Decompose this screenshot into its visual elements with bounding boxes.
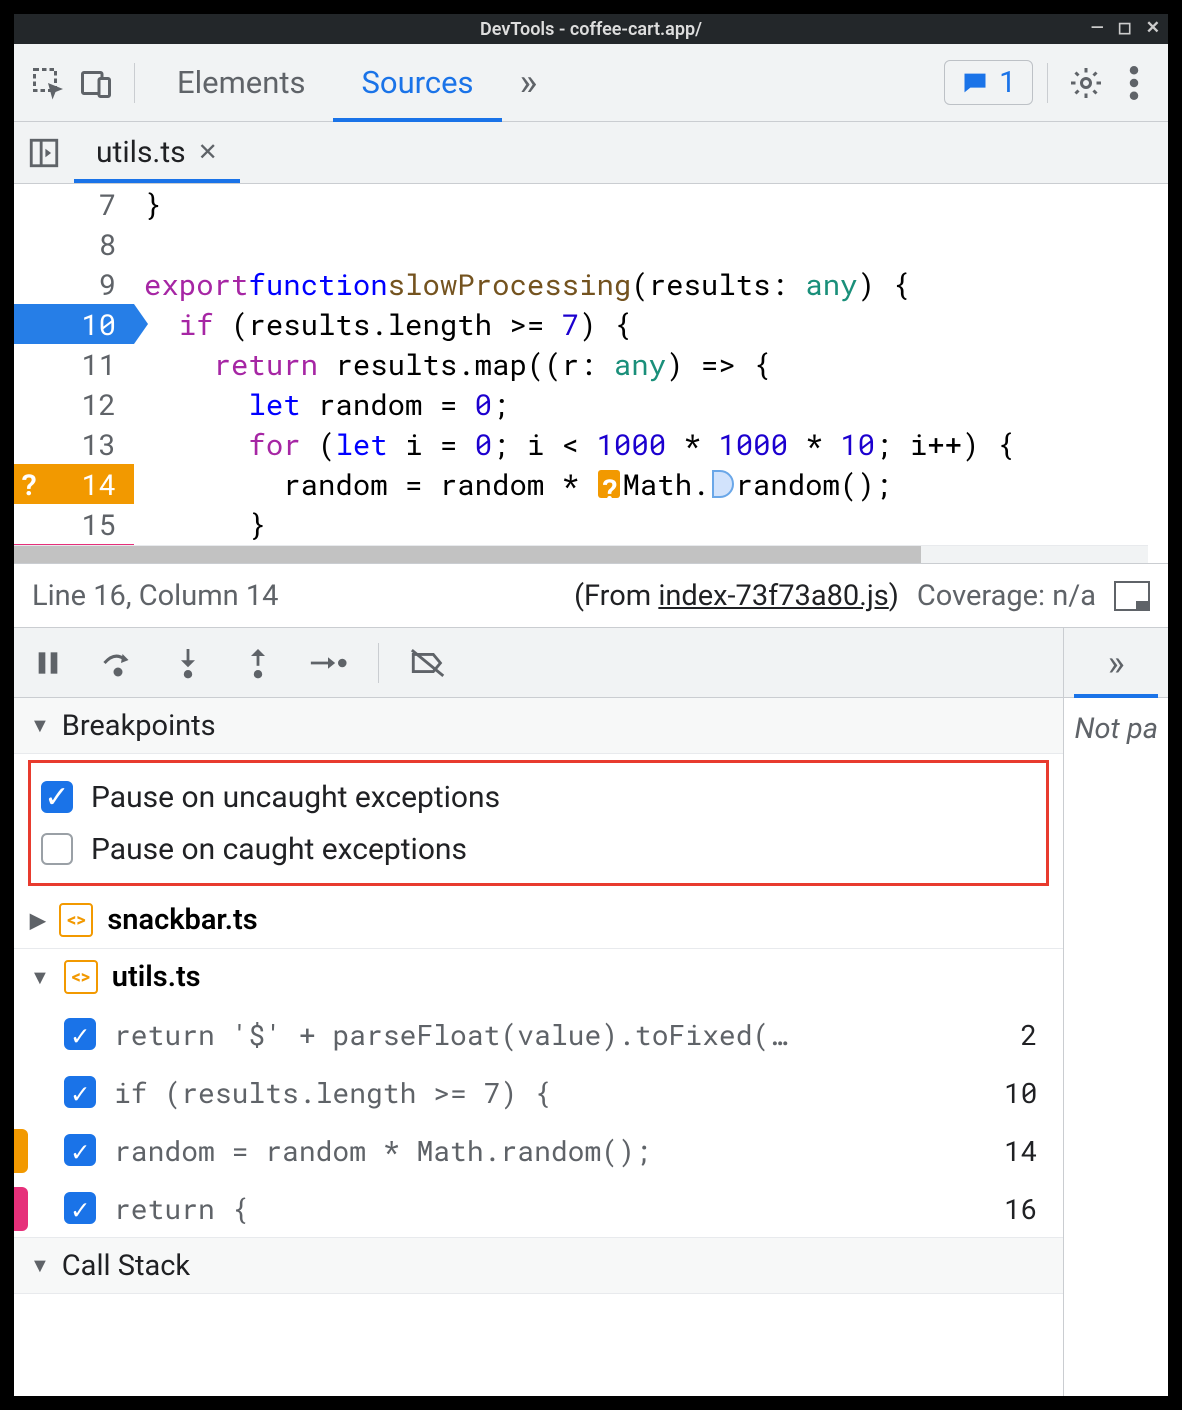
breakpoint-flag-icon — [14, 1187, 28, 1231]
line-number[interactable]: 10 — [14, 304, 134, 344]
tabs-overflow-icon[interactable]: » — [502, 44, 556, 121]
pause-uncaught-checkbox[interactable]: ✓ — [41, 781, 73, 813]
coverage-label: Coverage: n/a — [917, 579, 1096, 613]
breakpoint-checkbox[interactable]: ✓ — [64, 1076, 96, 1108]
toggle-navigator-icon[interactable] — [14, 122, 74, 183]
pause-icon[interactable] — [28, 643, 68, 683]
breakpoint-flag-icon — [14, 1129, 28, 1173]
line-number[interactable]: 11 — [14, 344, 134, 384]
line-number[interactable]: 14 — [14, 464, 134, 504]
step-icon[interactable] — [308, 643, 348, 683]
window-titlebar: DevTools - coffee-cart.app/ — ◻ ✕ — [14, 14, 1168, 44]
breakpoint-row[interactable]: ✓random = random * Math.random();14 — [14, 1121, 1063, 1179]
pause-uncaught-row[interactable]: ✓ Pause on uncaught exceptions — [41, 771, 1036, 823]
window-minimize-icon[interactable]: — — [1091, 18, 1104, 38]
line-number[interactable]: 13 — [14, 424, 134, 464]
step-out-icon[interactable] — [238, 643, 278, 683]
inline-column-icon[interactable] — [712, 470, 734, 498]
editor-status-bar: Line 16, Column 14 (From index-73f73a80.… — [14, 564, 1168, 628]
breakpoint-checkbox[interactable]: ✓ — [64, 1134, 96, 1166]
deactivate-breakpoints-icon[interactable] — [409, 643, 449, 683]
code-editor[interactable]: 78910111213141516 } export function slow… — [14, 184, 1168, 564]
cursor-position: Line 16, Column 14 — [32, 579, 278, 613]
devtools-toolbar: Elements Sources » 1 — [14, 44, 1168, 122]
toggle-device-icon[interactable] — [72, 59, 120, 107]
step-into-icon[interactable] — [168, 643, 208, 683]
right-panel-overflow-tabs[interactable]: » — [1064, 628, 1168, 698]
line-number[interactable]: 8 — [14, 224, 134, 264]
horizontal-scrollbar[interactable] — [14, 545, 1148, 563]
breakpoints-section-header[interactable]: ▼Breakpoints — [14, 698, 1063, 754]
debugger-toolbar — [14, 628, 1063, 698]
line-number[interactable]: 12 — [14, 384, 134, 424]
script-file-icon: <> — [59, 903, 93, 937]
step-over-icon[interactable] — [98, 643, 138, 683]
messages-badge[interactable]: 1 — [944, 60, 1033, 105]
window-title: DevTools - coffee-cart.app/ — [480, 19, 702, 40]
breakpoint-group-utils[interactable]: ▼ <> utils.ts — [14, 949, 1063, 1005]
line-number[interactable]: 7 — [14, 184, 134, 224]
inspect-element-icon[interactable] — [24, 59, 72, 107]
breakpoint-row[interactable]: ✓if (results.length >= 7) {10 — [14, 1063, 1063, 1121]
breakpoint-row[interactable]: ✓return '$' + parseFloat(value).toFixed(… — [14, 1005, 1063, 1063]
inline-breakpoint-icon[interactable]: ? — [598, 470, 620, 498]
breakpoint-checkbox[interactable]: ✓ — [64, 1018, 96, 1050]
show-console-icon[interactable] — [1114, 581, 1150, 611]
line-number[interactable]: 15 — [14, 504, 134, 544]
call-stack-section-header[interactable]: ▼Call Stack — [14, 1238, 1063, 1294]
not-paused-label: Not pa — [1064, 698, 1168, 760]
settings-icon[interactable] — [1062, 59, 1110, 107]
breakpoint-row[interactable]: ✓return {16 — [14, 1179, 1063, 1237]
breakpoint-group-snackbar[interactable]: ▶ <> snackbar.ts — [14, 892, 1063, 948]
pause-options-highlight: ✓ Pause on uncaught exceptions Pause on … — [28, 760, 1049, 886]
more-menu-icon[interactable] — [1110, 59, 1158, 107]
script-file-icon: <> — [64, 960, 98, 994]
pause-caught-checkbox[interactable] — [41, 833, 73, 865]
window-close-icon[interactable]: ✕ — [1146, 18, 1160, 38]
tab-sources[interactable]: Sources — [333, 44, 501, 121]
window-maximize-icon[interactable]: ◻ — [1118, 18, 1132, 38]
pause-caught-row[interactable]: Pause on caught exceptions — [41, 823, 1036, 875]
source-map-link[interactable]: index-73f73a80.js — [658, 579, 888, 613]
breakpoint-checkbox[interactable]: ✓ — [64, 1192, 96, 1224]
close-file-icon[interactable]: ✕ — [198, 138, 218, 166]
line-number[interactable]: 9 — [14, 264, 134, 304]
file-tab-bar: utils.ts ✕ — [14, 122, 1168, 184]
tab-elements[interactable]: Elements — [149, 44, 333, 121]
file-tab-utils[interactable]: utils.ts ✕ — [74, 125, 240, 183]
